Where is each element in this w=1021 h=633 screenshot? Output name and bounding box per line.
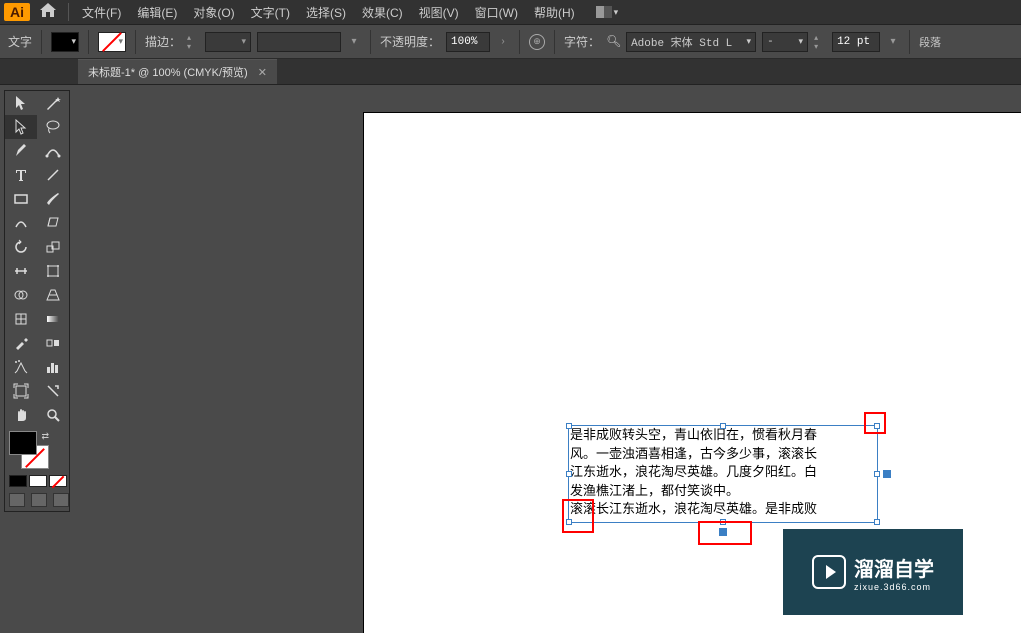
- width-tool[interactable]: [5, 259, 37, 283]
- annotation-box-3: [698, 521, 752, 545]
- handle-tm[interactable]: [720, 423, 726, 429]
- swap-colors-icon[interactable]: ⇄: [41, 431, 49, 442]
- menu-select[interactable]: 选择(S): [299, 2, 353, 23]
- pen-tool[interactable]: [5, 139, 37, 163]
- tool-panel: ⇄: [4, 90, 70, 512]
- brush-definition[interactable]: [257, 32, 341, 52]
- zoom-tool[interactable]: [37, 403, 69, 427]
- opacity-input[interactable]: [446, 32, 490, 52]
- fill-color-swatch[interactable]: [51, 32, 79, 52]
- workspace-switcher[interactable]: ▾: [592, 4, 623, 20]
- font-style-dropdown[interactable]: -: [762, 32, 808, 52]
- watermark-title: 溜溜自学: [854, 553, 934, 582]
- free-transform-tool[interactable]: [37, 259, 69, 283]
- layout-icon: [596, 6, 612, 18]
- text-frame[interactable]: 是非成败转头空，青山依旧在，惯看秋月春 风。一壶浊酒喜相逢，古今多少事，滚滚长 …: [568, 425, 878, 523]
- annotation-box-1: [864, 412, 886, 434]
- font-size-input[interactable]: [832, 32, 880, 52]
- char-label: 字符：: [564, 33, 600, 50]
- draw-behind-mode[interactable]: [31, 493, 47, 507]
- stroke-label: 描边：: [145, 33, 181, 50]
- paragraph-label[interactable]: 段落: [919, 34, 941, 50]
- color-mode-gradient[interactable]: [29, 475, 47, 487]
- font-family-dropdown[interactable]: Adobe 宋体 Std L: [626, 32, 756, 52]
- tool-mode-label: 文字: [8, 33, 32, 50]
- menu-effect[interactable]: 效果(C): [355, 2, 410, 23]
- shaper-tool[interactable]: [5, 211, 37, 235]
- stroke-color-swatch[interactable]: [98, 32, 126, 52]
- mesh-tool[interactable]: [5, 307, 37, 331]
- lasso-tool[interactable]: [37, 115, 69, 139]
- shape-builder-tool[interactable]: [5, 283, 37, 307]
- annotation-box-2: [562, 499, 594, 533]
- menu-file[interactable]: 文件(F): [75, 2, 128, 23]
- draw-normal-mode[interactable]: [9, 493, 25, 507]
- slice-tool[interactable]: [37, 379, 69, 403]
- hand-tool[interactable]: [5, 403, 37, 427]
- symbol-sprayer-tool[interactable]: [5, 355, 37, 379]
- gradient-tool[interactable]: [37, 307, 69, 331]
- menu-edit[interactable]: 编辑(E): [130, 2, 184, 23]
- document-tab-label: 未标题-1* @ 100% (CMYK/预览): [88, 64, 248, 80]
- home-icon[interactable]: [34, 3, 62, 22]
- menu-view[interactable]: 视图(V): [412, 2, 466, 23]
- font-size-stepper[interactable]: ▴▾: [814, 32, 826, 52]
- handle-tl[interactable]: [566, 423, 572, 429]
- opacity-label: 不透明度：: [380, 33, 440, 50]
- column-graph-tool[interactable]: [37, 355, 69, 379]
- watermark: 溜溜自学 zixue.3d66.com: [783, 529, 963, 615]
- canvas[interactable]: 是非成败转头空，青山依旧在，惯看秋月春 风。一壶浊酒喜相逢，古今多少事，滚滚长 …: [74, 85, 1021, 632]
- eraser-tool[interactable]: [37, 211, 69, 235]
- text-content[interactable]: 是非成败转头空，青山依旧在，惯看秋月春 风。一壶浊酒喜相逢，古今多少事，滚滚长 …: [569, 426, 877, 519]
- magic-wand-tool[interactable]: [37, 91, 69, 115]
- menu-type[interactable]: 文字(T): [244, 2, 297, 23]
- stroke-width-stepper[interactable]: ▴▾: [187, 32, 199, 52]
- document-tab[interactable]: 未标题-1* @ 100% (CMYK/预览) ✕: [78, 59, 277, 84]
- direct-selection-tool[interactable]: [5, 115, 37, 139]
- curvature-tool[interactable]: [37, 139, 69, 163]
- close-icon[interactable]: ✕: [258, 66, 267, 79]
- play-icon: [812, 555, 846, 589]
- paintbrush-tool[interactable]: [37, 187, 69, 211]
- brush-dropdown-arrow[interactable]: ▾: [347, 32, 361, 52]
- eyedropper-tool[interactable]: [5, 331, 37, 355]
- fill-color[interactable]: [9, 431, 37, 455]
- search-icon[interactable]: 🔍︎: [606, 34, 620, 50]
- scale-tool[interactable]: [37, 235, 69, 259]
- color-mode-solid[interactable]: [9, 475, 27, 487]
- type-tool[interactable]: [5, 163, 37, 187]
- menu-help[interactable]: 帮助(H): [527, 2, 582, 23]
- blend-tool[interactable]: [37, 331, 69, 355]
- artboard-tool[interactable]: [5, 379, 37, 403]
- opacity-arrow[interactable]: ›: [496, 32, 510, 52]
- text-out-port[interactable]: [883, 470, 891, 478]
- rotate-tool[interactable]: [5, 235, 37, 259]
- app-logo: Ai: [4, 3, 30, 21]
- font-size-arrow[interactable]: ▾: [886, 32, 900, 52]
- rectangle-tool[interactable]: [5, 187, 37, 211]
- menu-window[interactable]: 窗口(W): [468, 2, 525, 23]
- selection-tool[interactable]: [5, 91, 37, 115]
- color-mode-none[interactable]: [49, 475, 67, 487]
- stroke-width-dropdown[interactable]: ▾: [205, 32, 251, 52]
- handle-br[interactable]: [874, 519, 880, 525]
- watermark-url: zixue.3d66.com: [854, 582, 934, 592]
- menu-object[interactable]: 对象(O): [186, 2, 241, 23]
- line-tool[interactable]: [37, 163, 69, 187]
- draw-inside-mode[interactable]: [53, 493, 69, 507]
- handle-ml[interactable]: [566, 471, 572, 477]
- recolor-icon[interactable]: ⊕: [529, 34, 545, 50]
- handle-mr[interactable]: [874, 471, 880, 477]
- perspective-tool[interactable]: [37, 283, 69, 307]
